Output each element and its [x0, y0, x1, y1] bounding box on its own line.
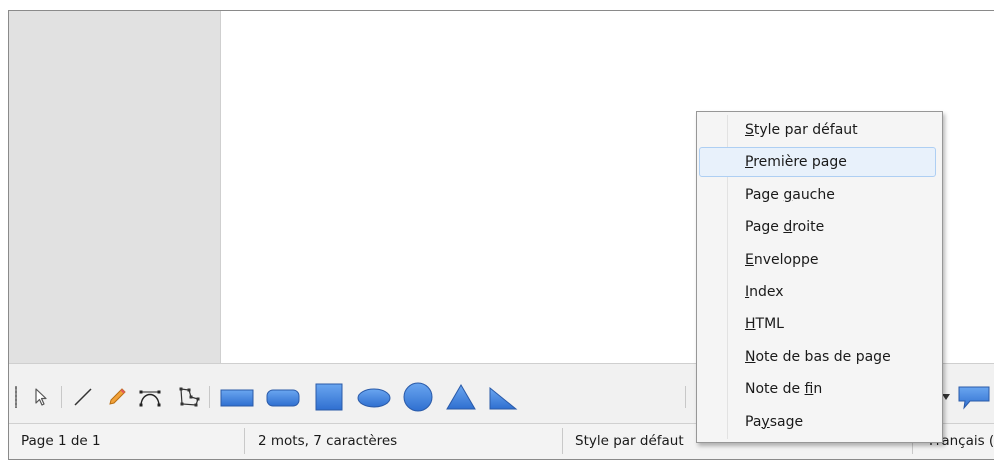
toolbar-separator — [61, 386, 62, 408]
curve-icon[interactable] — [137, 384, 163, 410]
menu-item-label-prefix: Note de — [745, 381, 805, 398]
menu-item-label-suffix: roite — [792, 219, 825, 236]
isosceles-triangle-icon[interactable] — [443, 382, 479, 412]
line-icon[interactable] — [70, 384, 96, 410]
menu-item-label-suffix: in — [813, 381, 823, 398]
toolbar-grip-handle[interactable] — [15, 386, 17, 408]
ellipse-icon[interactable] — [355, 384, 393, 410]
right-triangle-icon[interactable] — [485, 382, 521, 412]
menu-item-accelerator: S — [745, 122, 754, 138]
callout-icon[interactable] — [956, 384, 990, 410]
menu-item-accelerator: P — [745, 154, 754, 171]
menu-item-label-suffix: auche — [792, 186, 835, 203]
menu-item[interactable]: Page gauche — [699, 180, 936, 210]
menu-item-label-suffix: ote de bas de page — [755, 348, 891, 365]
menu-item[interactable]: Note de fin — [699, 374, 936, 404]
menu-item[interactable]: HTML — [699, 309, 936, 339]
menu-item-label-suffix: remière page — [753, 154, 847, 171]
status-separator — [562, 428, 563, 454]
menu-item-label-suffix: ndex — [749, 284, 784, 300]
page-count: Page 1 de 1 — [21, 433, 101, 449]
status-separator — [244, 428, 245, 454]
toolbar-separator — [685, 386, 686, 408]
page-style-field[interactable]: Style par défaut — [575, 424, 684, 459]
menu-item[interactable]: Première page — [699, 147, 936, 178]
toolbar-separator — [209, 386, 210, 408]
menu-item-label-suffix: tyle par défaut — [753, 122, 858, 138]
page-style-menu: Style par défaut Première page Page gauche… — [696, 111, 943, 443]
polygon-icon[interactable] — [176, 384, 202, 410]
menu-item-label-prefix: Page — [745, 186, 784, 203]
menu-item-accelerator: H — [745, 316, 756, 333]
menu-item-accelerator: N — [745, 348, 756, 365]
menu-item-accelerator: E — [745, 251, 754, 268]
menu-item[interactable]: Paysage — [699, 407, 936, 437]
menu-item[interactable]: Page droite — [699, 212, 936, 242]
menu-item[interactable]: Style par défaut — [699, 115, 936, 145]
circle-icon[interactable] — [400, 381, 436, 413]
menu-item[interactable]: Note de bas de page — [699, 342, 936, 372]
freeform-line-icon[interactable] — [104, 384, 130, 410]
menu-item[interactable]: Index — [699, 277, 936, 307]
menu-item-label-prefix: Pa — [745, 413, 762, 430]
menu-item-accelerator: y — [761, 413, 770, 430]
square-icon[interactable] — [311, 382, 347, 412]
menu-item-label-prefix: Page — [745, 219, 784, 236]
menu-item-label-suffix: nveloppe — [753, 251, 819, 268]
menu-item-label-suffix: TML — [755, 316, 784, 333]
rectangle-icon[interactable] — [218, 384, 256, 410]
menu-item[interactable]: Enveloppe — [699, 245, 936, 275]
menu-item-label-suffix: sage — [769, 413, 804, 430]
word-count[interactable]: 2 mots, 7 caractères — [258, 424, 397, 459]
select-icon[interactable] — [28, 384, 54, 410]
rounded-rectangle-icon[interactable] — [264, 384, 302, 410]
menu-item-accelerator: g — [783, 186, 793, 203]
menu-item-accelerator: d — [783, 219, 793, 236]
document-margin-area — [9, 11, 220, 363]
